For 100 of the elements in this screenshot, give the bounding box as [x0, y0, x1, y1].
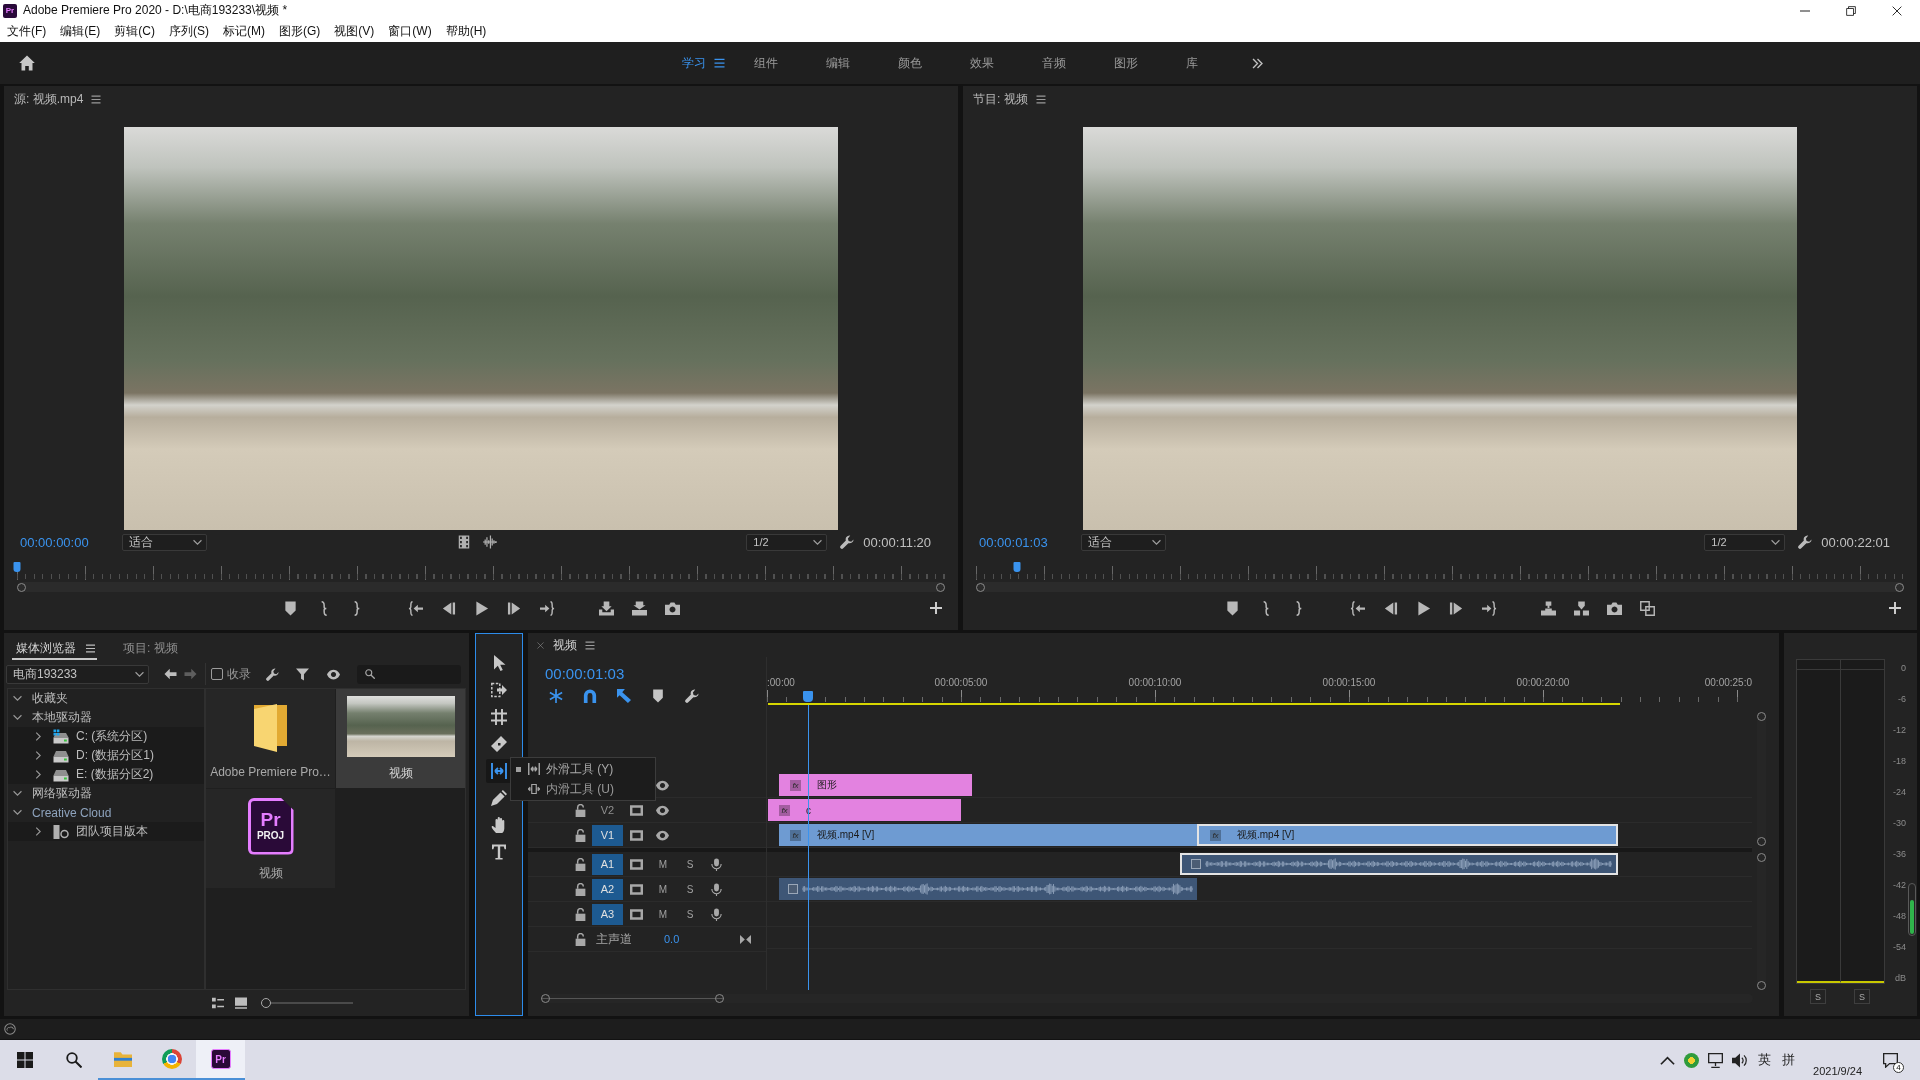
timecode[interactable]: 00:00:01:03	[979, 534, 1081, 550]
playhead[interactable]	[1013, 562, 1021, 572]
chevron-right-icon[interactable]	[34, 827, 43, 836]
track-label[interactable]: V1	[592, 824, 623, 846]
track-label[interactable]: A1	[592, 853, 623, 875]
workspace-tab[interactable]: 库	[1185, 54, 1198, 72]
mute-button[interactable]: M	[656, 858, 670, 870]
eye-icon[interactable]	[656, 778, 669, 792]
menu-icon[interactable]	[585, 640, 595, 650]
eye-icon[interactable]	[656, 828, 669, 842]
zoom-dropdown[interactable]: 适合	[122, 533, 207, 551]
overflow-icon[interactable]	[1251, 57, 1263, 69]
location-dropdown[interactable]: 电商193233	[6, 664, 149, 684]
search-field[interactable]	[357, 664, 461, 684]
diagonal-arrow-icon[interactable]	[617, 689, 631, 703]
microphone-icon[interactable]	[710, 907, 723, 921]
search-icon[interactable]	[65, 1052, 82, 1068]
play-icon[interactable]	[473, 600, 489, 616]
mute-button[interactable]: M	[656, 908, 670, 920]
filter-icon[interactable]	[296, 667, 309, 681]
chevron-down-icon[interactable]	[13, 694, 22, 703]
resolution-dropdown[interactable]: 1/2	[1704, 533, 1786, 551]
lock-icon[interactable]	[574, 803, 587, 817]
checkbox[interactable]	[211, 668, 223, 680]
volume-value[interactable]: 0.0	[664, 933, 724, 945]
plus-icon[interactable]	[1889, 602, 1901, 614]
eye-icon[interactable]	[656, 803, 669, 817]
audio-clip[interactable]	[1180, 853, 1618, 875]
solo-button[interactable]: S	[683, 883, 697, 895]
zoom-scroll-bar[interactable]	[17, 582, 945, 592]
ingest-checkbox[interactable]: 收录	[211, 665, 251, 683]
menu-icon[interactable]	[86, 643, 95, 653]
frame-icon[interactable]	[630, 882, 643, 896]
camera-icon[interactable]	[1607, 600, 1622, 616]
menu-icon[interactable]	[1035, 94, 1046, 104]
menu-item[interactable]: 帮助(H)	[438, 23, 494, 40]
marker-icon[interactable]	[282, 600, 298, 616]
mute-button[interactable]: M	[656, 883, 670, 895]
step-forward-icon[interactable]	[506, 600, 522, 616]
network-icon[interactable]	[1708, 1052, 1724, 1068]
chevron-down-icon[interactable]	[13, 808, 22, 817]
tree-item[interactable]: 本地驱动器	[8, 708, 204, 727]
step-back-icon[interactable]	[440, 600, 456, 616]
wrench-icon[interactable]	[1798, 535, 1813, 549]
lock-icon[interactable]	[574, 932, 587, 946]
resolution-dropdown[interactable]: 1/2	[746, 533, 828, 551]
menu-icon[interactable]	[91, 94, 102, 104]
extract-icon[interactable]	[1574, 600, 1589, 616]
clock-date[interactable]: 2021/9/24	[1813, 1065, 1862, 1077]
input-mode[interactable]: 英	[1758, 1051, 1772, 1069]
workspace-tab[interactable]: 编辑	[825, 54, 850, 72]
camera-icon[interactable]	[664, 600, 680, 616]
workspace-tab[interactable]: 颜色	[897, 54, 922, 72]
workspace-tab[interactable]: 图形	[1113, 54, 1138, 72]
solo-button[interactable]: S	[683, 858, 697, 870]
workspace-tab[interactable]: 组件	[753, 54, 778, 72]
plus-icon[interactable]	[930, 602, 942, 614]
tree-item[interactable]: 收藏夹	[8, 689, 204, 708]
chevron-right-icon[interactable]	[34, 770, 43, 779]
bowtie-icon[interactable]	[740, 933, 751, 945]
playhead[interactable]	[13, 562, 21, 572]
lock-icon[interactable]	[574, 857, 587, 871]
list-view-icon[interactable]	[211, 997, 225, 1009]
solo-button[interactable]: S	[1854, 989, 1870, 1004]
menu-item[interactable]: 编辑(E)	[53, 23, 108, 40]
tray-app-icon[interactable]	[1684, 1052, 1700, 1068]
frame-icon[interactable]	[630, 803, 643, 817]
brace-arrow-left-icon[interactable]	[407, 600, 423, 616]
frame-icon[interactable]	[630, 857, 643, 871]
overlapping-squares-icon[interactable]	[1640, 600, 1655, 616]
panel-title[interactable]: 视频	[553, 636, 577, 654]
microphone-icon[interactable]	[710, 882, 723, 896]
zoom-dropdown[interactable]: 适合	[1081, 533, 1166, 551]
arrow-brace-right-icon[interactable]	[539, 600, 555, 616]
playhead[interactable]	[803, 691, 814, 702]
asterisk-icon[interactable]	[549, 689, 563, 703]
start-icon[interactable]	[16, 1052, 33, 1068]
slip-icon[interactable]	[486, 759, 512, 783]
step-back-icon[interactable]	[1383, 600, 1398, 616]
film-icon[interactable]	[456, 535, 471, 549]
track-label[interactable]: V2	[592, 799, 623, 821]
speaker-icon[interactable]	[1732, 1052, 1748, 1068]
magnet-icon[interactable]	[583, 689, 597, 703]
chevron-right-icon[interactable]	[34, 751, 43, 760]
chevron-right-icon[interactable]	[34, 732, 43, 741]
zoom-scroll-bar[interactable]	[976, 582, 1904, 592]
marker-icon[interactable]	[651, 689, 665, 703]
tree-item[interactable]: 网络驱动器	[8, 784, 204, 803]
workspace-tab[interactable]: 效果	[969, 54, 994, 72]
lock-icon[interactable]	[574, 828, 587, 842]
play-icon[interactable]	[1416, 600, 1431, 616]
audio-clip[interactable]	[779, 878, 1197, 900]
panel-tab[interactable]: 媒体浏览器	[12, 638, 97, 660]
arrow-brace-right-icon[interactable]	[1482, 600, 1497, 616]
frame-icon[interactable]	[630, 907, 643, 921]
workspace-tab[interactable]: 音频	[1041, 54, 1066, 72]
media-item[interactable]: 视频	[336, 689, 465, 788]
arrow-right-icon[interactable]	[184, 668, 197, 680]
chevron-down-icon[interactable]	[13, 713, 22, 722]
panel-tab[interactable]: 项目: 视频	[119, 638, 180, 660]
